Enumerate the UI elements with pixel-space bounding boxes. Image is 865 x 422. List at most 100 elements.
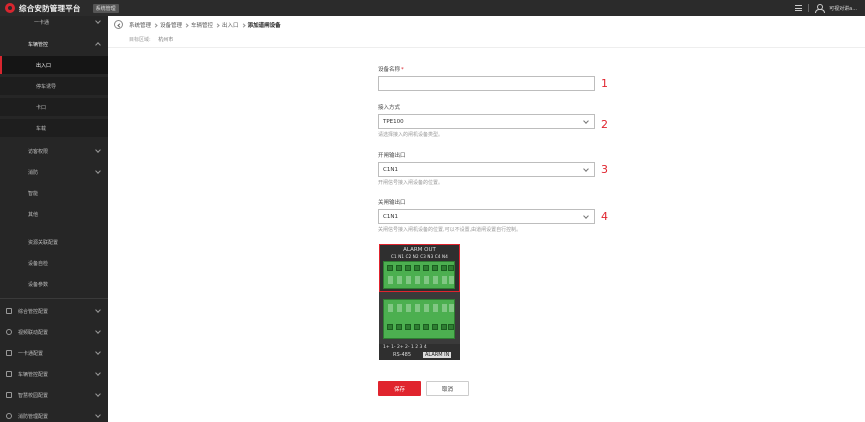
breadcrumb: 系统管理 设备管理 车辆管控 出入口 添加道闸设备: [129, 21, 281, 29]
access-mode-value: TPE100: [383, 118, 404, 125]
sidebar-section-fire-config[interactable]: 消防管理配置: [0, 407, 108, 422]
menu-icon[interactable]: [795, 5, 803, 11]
sidebar-section-card-config[interactable]: 一卡通配置: [0, 344, 108, 362]
breadcrumb-item[interactable]: 设备管理: [160, 21, 182, 29]
sidebar-item-device-params[interactable]: 设备参数: [0, 275, 108, 293]
open-output-select[interactable]: C1N1: [378, 162, 595, 177]
sidebar-item-parking-guidance[interactable]: 停车诱导: [0, 77, 108, 95]
chevron-down-icon: [583, 213, 589, 219]
sidebar-item-label: 一卡通配置: [18, 350, 44, 357]
annotation-2: 2: [601, 118, 608, 131]
bottom-pins: 1+ 1- 2+ 2- 1 2 3 4: [383, 345, 427, 350]
sidebar-item-fire[interactable]: 消防: [0, 163, 108, 181]
sidebar-item-device-selfcheck[interactable]: 设备自检: [0, 254, 108, 272]
device-name-label-text: 设备名称: [378, 67, 401, 73]
target-area-label: 目标区域:: [129, 37, 151, 43]
sidebar-item-intelligent[interactable]: 智能: [0, 184, 108, 202]
sidebar-section-campus-config[interactable]: 智慧校园配置: [0, 386, 108, 404]
sidebar-item-label: 车辆管控配置: [18, 371, 49, 378]
system-management-button[interactable]: 系统管理: [92, 3, 119, 13]
sidebar-item-vehicle-control[interactable]: 车辆管控: [0, 35, 108, 53]
fire-icon: [6, 413, 12, 419]
camera-icon: [6, 329, 12, 335]
open-output-label: 开闸输出口: [378, 153, 406, 159]
alarm-out-pins: C1 N1 C2 N2 C3 N3 C4 N4: [390, 254, 448, 259]
close-output-value: C1N1: [383, 213, 398, 220]
annotation-1: 1: [601, 77, 608, 90]
user-icon[interactable]: [815, 4, 826, 13]
alarm-out-label: ALARM OUT: [403, 247, 436, 253]
annotation-3: 3: [601, 163, 608, 176]
chevron-down-icon: [95, 168, 101, 174]
access-mode-select[interactable]: TPE100: [378, 114, 595, 129]
sidebar-item-label: 消防管理配置: [18, 413, 49, 420]
device-name-label: 设备名称*: [378, 65, 404, 73]
grid-icon: [6, 308, 12, 314]
chevron-down-icon: [95, 412, 101, 418]
close-output-hint: 关闸信号接入闸机设备的位置,可以不设置,由道闸设置自行控制。: [378, 227, 522, 233]
sidebar-item-vehicle-mounted[interactable]: 车载: [0, 119, 108, 137]
sidebar-item-label: 一卡通: [34, 19, 50, 26]
sidebar-item-label: 卡口: [36, 104, 47, 111]
app-logo-icon: [5, 3, 15, 13]
annotation-4: 4: [601, 210, 608, 223]
sidebar-item-checkpoint[interactable]: 卡口: [0, 98, 108, 116]
close-output-select[interactable]: C1N1: [378, 209, 595, 224]
chevron-right-icon: [215, 22, 220, 28]
sidebar-item-label: 智慧校园配置: [18, 392, 49, 399]
chevron-down-icon: [95, 391, 101, 397]
device-name-input[interactable]: [378, 76, 595, 91]
sidebar-item-label: 综合管控配置: [18, 308, 49, 315]
sidebar-item-resource-association[interactable]: 资源关联配置: [0, 233, 108, 251]
chevron-down-icon: [95, 307, 101, 313]
chevron-down-icon: [95, 370, 101, 376]
target-area: 目标区域: 杭州市: [129, 36, 173, 43]
sidebar-section-vehicle-config[interactable]: 车辆管控配置: [0, 365, 108, 383]
car-icon: [6, 371, 12, 377]
chevron-down-icon: [95, 147, 101, 153]
app-title: 综合安防管理平台: [19, 3, 81, 13]
sidebar-item-entrance-exit[interactable]: 出入口: [0, 56, 108, 74]
chevron-right-icon: [240, 22, 246, 28]
breadcrumb-item[interactable]: 车辆管控: [191, 21, 213, 29]
open-output-value: C1N1: [383, 166, 398, 173]
access-mode-hint: 请选择接入的闸机设备类型。: [378, 132, 444, 138]
sidebar-item-visitor-permission[interactable]: 访客权限: [0, 142, 108, 160]
rs485-label: RS-485: [393, 352, 411, 358]
sidebar-item-label: 出入口: [36, 62, 52, 69]
user-name[interactable]: 可视对讲a...: [829, 5, 857, 12]
chevron-down-icon: [95, 349, 101, 355]
chevron-right-icon: [153, 22, 158, 28]
chevron-up-icon: [95, 42, 101, 48]
sidebar: 一卡通 车辆管控 出入口 停车诱导 卡口 车载 访客权限 消防 智能 其他 资源…: [0, 16, 108, 422]
sidebar-item-label: 车辆管控: [28, 41, 49, 48]
chevron-down-icon: [583, 118, 589, 124]
terminal-bottom-labels: 1+ 1- 2+ 2- 1 2 3 4 RS-485 ALARM IN: [379, 344, 460, 360]
sidebar-section-integrated-config[interactable]: 综合管控配置: [0, 302, 108, 320]
breadcrumb-item[interactable]: 出入口: [222, 21, 239, 29]
sidebar-item-card[interactable]: 一卡通: [0, 16, 108, 31]
open-output-hint: 开闸信号接入闸设备的位置。: [378, 180, 444, 186]
sidebar-divider: [0, 298, 108, 299]
terminal-connector-bottom: [383, 299, 455, 339]
required-mark: *: [401, 67, 404, 73]
top-bar: 综合安防管理平台 系统管理 可视对讲a...: [0, 0, 865, 16]
chevron-down-icon: [95, 328, 101, 334]
close-output-label: 关闸输出口: [378, 200, 406, 206]
breadcrumb-item[interactable]: 系统管理: [129, 21, 151, 29]
sidebar-section-video-config[interactable]: 视频联动配置: [0, 323, 108, 341]
terminal-connector-top: [383, 261, 455, 289]
sidebar-item-label: 访客权限: [28, 148, 49, 155]
chevron-down-icon: [95, 18, 101, 24]
sidebar-item-label: 消防: [28, 169, 39, 176]
sidebar-item-label: 资源关联配置: [28, 239, 59, 246]
campus-icon: [6, 392, 12, 398]
save-button[interactable]: 保存: [378, 381, 421, 396]
cancel-button[interactable]: 取消: [426, 381, 469, 396]
target-area-value: 杭州市: [158, 37, 174, 43]
chevron-right-icon: [184, 22, 189, 28]
sidebar-item-label: 其他: [28, 211, 39, 218]
sidebar-item-other[interactable]: 其他: [0, 205, 108, 223]
breadcrumb-bar: 系统管理 设备管理 车辆管控 出入口 添加道闸设备 目标区域: 杭州市: [108, 16, 865, 48]
back-arrow-icon[interactable]: [114, 20, 123, 29]
